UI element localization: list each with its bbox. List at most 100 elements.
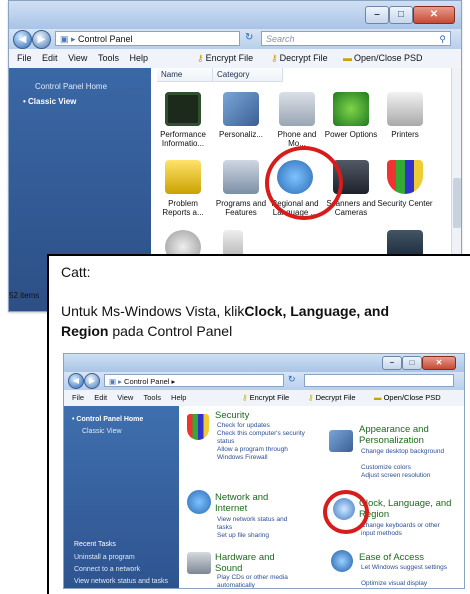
forward-button[interactable]: ▶: [32, 30, 51, 49]
instruction-text: Untuk Ms-Windows Vista, klik: [61, 303, 245, 319]
column-name[interactable]: Name: [157, 68, 213, 82]
control-panel-window-bottom: – □ ✕ ◀ ▶ ▣ ▸ Control Panel ▸ ↻ File Edi…: [63, 353, 465, 589]
status-count: 52 items: [9, 291, 40, 300]
network-globe-icon[interactable]: [187, 490, 211, 514]
decrypt-file-button[interactable]: ⚷ Decrypt File: [308, 390, 356, 406]
key-icon: ⚷: [308, 393, 316, 402]
category-link[interactable]: Optimize visual display: [361, 580, 427, 588]
close-button[interactable]: ✕: [422, 356, 456, 370]
highlight-circle: [265, 146, 343, 220]
drive-icon: ▬: [374, 393, 384, 402]
power-options-icon[interactable]: [333, 92, 369, 126]
item-label[interactable]: Printers: [377, 130, 433, 139]
minimize-button[interactable]: –: [382, 356, 402, 370]
recent-task-link[interactable]: Uninstall a program: [74, 554, 135, 561]
hardware-sound-icon[interactable]: [187, 552, 211, 574]
category-ease-of-access[interactable]: Ease of Access: [359, 552, 424, 563]
programs-features-icon[interactable]: [223, 160, 259, 194]
menu-edit[interactable]: Edit: [94, 390, 107, 406]
personalization-icon[interactable]: [223, 92, 259, 126]
classic-view-label: Classic View: [28, 97, 77, 106]
category-link[interactable]: Adjust screen resolution: [361, 472, 430, 480]
printer-icon[interactable]: [387, 92, 423, 126]
ease-of-access-icon[interactable]: [331, 550, 353, 572]
item-label[interactable]: Problem Reports a...: [155, 199, 211, 217]
maximize-button[interactable]: □: [389, 6, 413, 24]
category-link[interactable]: Allow a program through Windows Firewall: [217, 446, 297, 462]
category-link[interactable]: Check this computer's security status: [217, 430, 307, 446]
menu-tools[interactable]: Tools: [143, 390, 161, 406]
category-link[interactable]: Change keyboards or other input methods: [361, 522, 451, 538]
search-placeholder: Search: [266, 34, 295, 44]
item-label[interactable]: Phone and Mo...: [269, 130, 325, 148]
encrypt-file-button[interactable]: ⚷ Encrypt File: [197, 49, 253, 68]
psd-label: Open/Close PSD: [354, 53, 423, 63]
item-label[interactable]: Programs and Features: [213, 199, 269, 217]
category-link[interactable]: Set up file sharing: [217, 532, 269, 540]
menu-view[interactable]: View: [68, 49, 87, 68]
category-link[interactable]: Change desktop background: [361, 448, 451, 456]
open-close-psd-button[interactable]: ▬ Open/Close PSD: [374, 390, 441, 406]
category-link[interactable]: Check for updates: [217, 422, 270, 430]
phone-modem-icon[interactable]: [279, 92, 315, 126]
address-input[interactable]: ▣ ▸ Control Panel: [55, 31, 240, 46]
back-button[interactable]: ◀: [68, 373, 84, 389]
security-center-icon[interactable]: [387, 160, 423, 194]
menu-help[interactable]: Help: [129, 49, 148, 68]
item-label[interactable]: Performance Informatio...: [155, 130, 211, 148]
category-clock-language-region[interactable]: Clock, Language, and Region: [359, 498, 454, 520]
menu-file[interactable]: File: [72, 390, 84, 406]
item-label[interactable]: Power Options: [323, 130, 379, 139]
classic-view-link[interactable]: Classic View: [82, 428, 122, 435]
menu-edit[interactable]: Edit: [42, 49, 58, 68]
menu-help[interactable]: Help: [171, 390, 186, 406]
forward-button[interactable]: ▶: [84, 373, 100, 389]
key-icon: ⚷: [271, 53, 278, 63]
item-label[interactable]: Personaliz...: [213, 130, 269, 139]
menu-file[interactable]: File: [17, 49, 32, 68]
close-icon: ✕: [435, 358, 443, 367]
minimize-button[interactable]: –: [365, 6, 389, 24]
scroll-thumb[interactable]: [453, 178, 461, 228]
close-button[interactable]: ✕: [413, 6, 455, 24]
category-network[interactable]: Network and Internet: [215, 492, 285, 514]
decrypt-label: Decrypt File: [315, 393, 356, 402]
address-input[interactable]: ▣ ▸ Control Panel ▸: [104, 374, 284, 387]
minimize-icon: –: [389, 358, 395, 367]
maximize-button[interactable]: □: [402, 356, 422, 370]
search-input[interactable]: [304, 374, 454, 387]
refresh-icon[interactable]: ↻: [288, 374, 296, 385]
control-panel-home-link[interactable]: • Control Panel Home: [72, 416, 143, 423]
back-button[interactable]: ◀: [13, 30, 32, 49]
category-link[interactable]: Play CDs or other media automatically: [217, 574, 307, 588]
classic-view-link[interactable]: • Classic View: [23, 97, 76, 106]
appearance-icon[interactable]: [329, 430, 353, 452]
column-category[interactable]: Category: [213, 68, 283, 82]
recent-task-link[interactable]: Connect to a network: [74, 566, 140, 573]
category-appearance[interactable]: Appearance and Personalization: [359, 424, 459, 446]
search-input[interactable]: Search ⚲: [261, 31, 451, 46]
category-link[interactable]: Customize colors: [361, 464, 411, 472]
category-hardware-sound[interactable]: Hardware and Sound: [215, 552, 295, 574]
open-close-psd-button[interactable]: ▬ Open/Close PSD: [343, 49, 423, 68]
address-bar: ◀ ▶ ▣ ▸ Control Panel ↻ Search ⚲: [9, 29, 461, 49]
refresh-icon[interactable]: ↻: [245, 32, 253, 43]
menu-toolbar: File Edit View Tools Help ⚷ Encrypt File…: [64, 390, 464, 407]
category-link[interactable]: Let Windows suggest settings: [361, 564, 451, 572]
menu-view[interactable]: View: [117, 390, 133, 406]
problem-reports-icon[interactable]: [165, 160, 201, 194]
menu-tools[interactable]: Tools: [98, 49, 119, 68]
decrypt-file-button[interactable]: ⚷ Decrypt File: [271, 49, 328, 68]
key-icon: ⚷: [242, 393, 250, 402]
category-link[interactable]: View network status and tasks: [217, 516, 297, 532]
minimize-icon: –: [374, 9, 380, 20]
recent-task-link[interactable]: View network status and tasks: [74, 578, 168, 585]
folder-icon: ▣ ▸: [60, 34, 79, 44]
encrypt-file-button[interactable]: ⚷ Encrypt File: [242, 390, 289, 406]
control-panel-home-link[interactable]: Control Panel Home: [35, 82, 107, 91]
item-label[interactable]: Security Center: [377, 199, 433, 208]
performance-icon[interactable]: [165, 92, 201, 126]
security-shield-icon[interactable]: [187, 414, 209, 440]
category-security[interactable]: Security: [215, 410, 249, 421]
note-panel: Catt: Untuk Ms-Windows Vista, klikClock,…: [47, 254, 470, 594]
